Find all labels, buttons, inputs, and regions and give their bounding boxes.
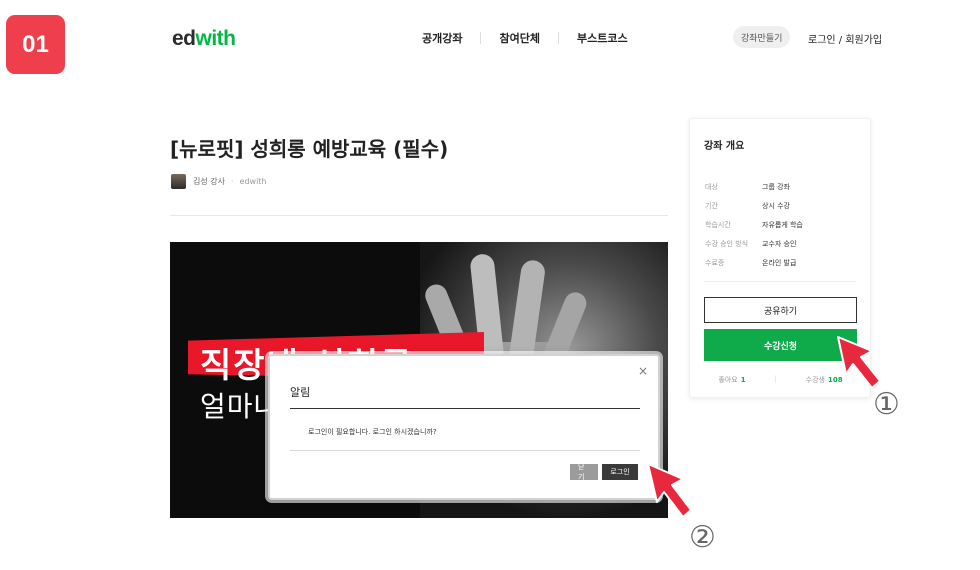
- info-row-certificate: 수료증 온라인 발급: [705, 258, 796, 268]
- share-button[interactable]: 공유하기: [704, 297, 857, 323]
- dialog-message: 로그인이 필요합니다. 로그인 하시겠습니까?: [308, 428, 437, 436]
- info-value: 자유롭게 학습: [762, 221, 803, 229]
- likes-stat[interactable]: 좋아요 1: [718, 375, 745, 385]
- info-key: 학습시간: [705, 221, 731, 229]
- info-key: 기간: [705, 202, 718, 210]
- info-value: 온라인 발급: [762, 259, 797, 267]
- provider-name[interactable]: edwith: [240, 177, 267, 186]
- students-label: 수강생: [805, 376, 825, 384]
- edwith-logo[interactable]: edwith: [172, 27, 236, 51]
- step-number-badge: 01: [6, 15, 65, 74]
- title-divider: [170, 215, 668, 216]
- dialog-divider: [290, 450, 640, 451]
- course-stats: 좋아요 1 | 수강생 108: [704, 375, 857, 385]
- dialog-login-button[interactable]: 로그인: [602, 464, 638, 480]
- dialog-buttons: 닫기 로그인: [570, 463, 638, 481]
- stat-separator: |: [774, 375, 777, 383]
- info-row-period: 기간 상시 수강: [705, 201, 790, 211]
- info-row-target: 대상 그룹 강좌: [705, 182, 790, 192]
- info-row-study-time: 학습시간 자유롭게 학습: [705, 220, 803, 230]
- likes-label: 좋아요: [718, 376, 738, 384]
- dialog-title-rule: [290, 408, 640, 409]
- pointer-arrow-icon: [647, 463, 692, 518]
- info-key: 수료증: [705, 259, 725, 267]
- step-marker-2: ②: [689, 520, 716, 555]
- info-key: 수강 승인 방식: [705, 240, 749, 248]
- logo-part-with: with: [195, 27, 237, 50]
- instructor-name[interactable]: 김성 강사: [193, 176, 225, 187]
- info-row-approval: 수강 승인 방식 교수자 승인: [705, 239, 796, 249]
- close-icon[interactable]: ×: [638, 364, 648, 378]
- step-marker-1: ①: [873, 387, 900, 422]
- overview-divider: [704, 281, 856, 282]
- nav-organizations[interactable]: 참여단체: [481, 30, 557, 46]
- create-course-button[interactable]: 강좌만들기: [733, 26, 791, 48]
- logo-part-ed: ed: [172, 27, 196, 50]
- info-value: 그룹 강좌: [762, 183, 790, 191]
- likes-count: 1: [740, 376, 746, 384]
- login-join-link[interactable]: 로그인 / 회원가입: [808, 31, 882, 46]
- main-nav: 공개강좌 참여단체 부스트코스: [404, 30, 646, 46]
- dialog-close-button[interactable]: 닫기: [570, 463, 598, 481]
- overview-title: 강좌 개요: [704, 141, 745, 152]
- enroll-button[interactable]: 수강신청: [704, 329, 857, 361]
- pointer-arrow-icon: [837, 336, 881, 389]
- info-value: 교수자 승인: [762, 240, 797, 248]
- instructor-avatar: [171, 174, 186, 189]
- info-value: 상시 수강: [762, 202, 790, 210]
- separator-dot: ·: [230, 177, 234, 186]
- dialog-title: 알림: [290, 386, 311, 399]
- course-title: [뉴로핏] 성희롱 예방교육 (필수): [170, 137, 449, 161]
- login-alert-dialog: × 알림 로그인이 필요합니다. 로그인 하시겠습니까? 닫기 로그인: [268, 354, 660, 500]
- nav-open-courses[interactable]: 공개강좌: [404, 30, 480, 46]
- instructor-info: 김성 강사 · edwith: [171, 174, 267, 189]
- nav-boostcourse[interactable]: 부스트코스: [559, 30, 646, 46]
- info-key: 대상: [705, 183, 718, 191]
